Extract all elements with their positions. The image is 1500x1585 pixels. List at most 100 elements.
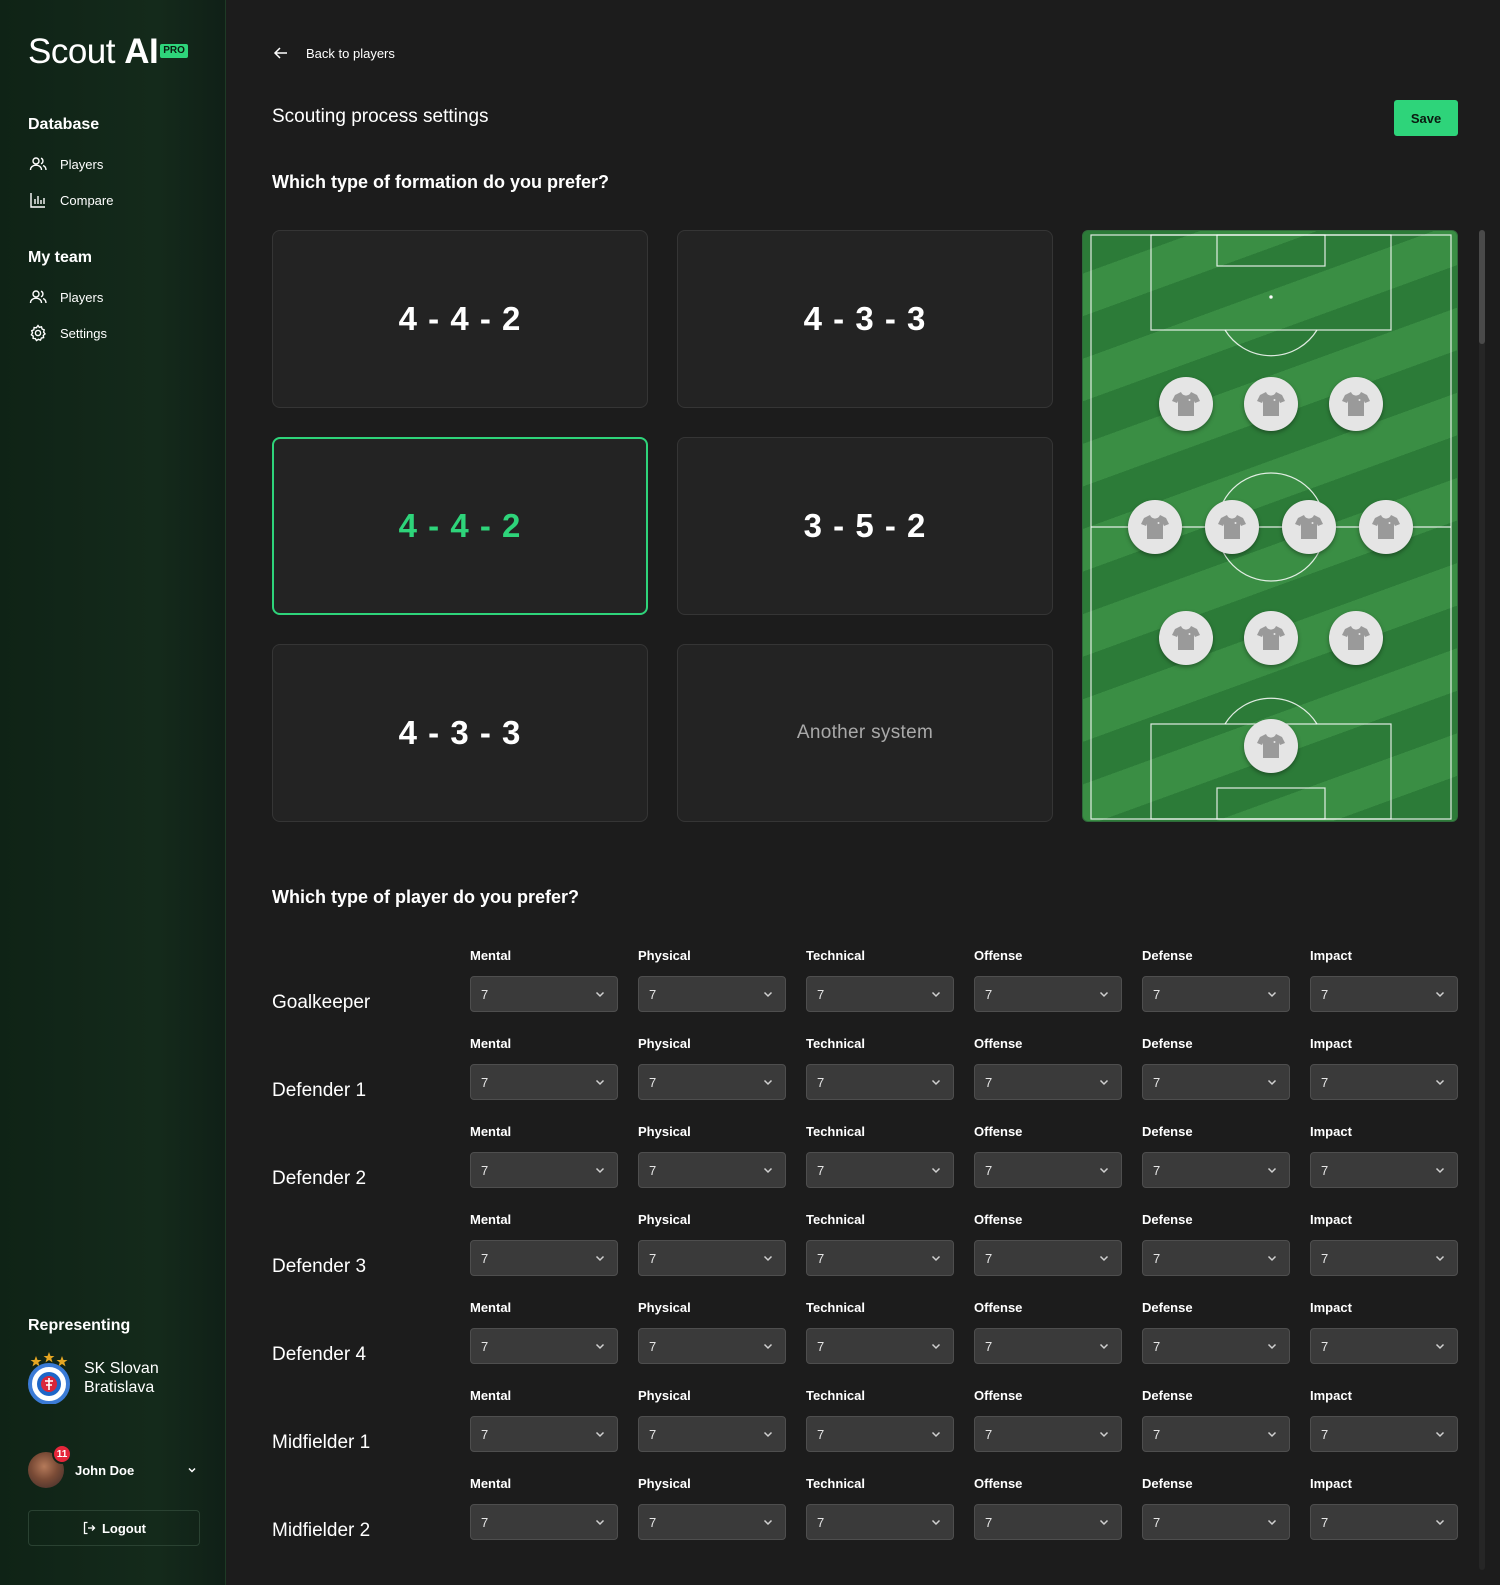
user-menu[interactable]: 11 John Doe <box>28 1444 198 1490</box>
chevron-down-icon <box>931 991 941 998</box>
sidebar-item-label: Compare <box>60 192 114 208</box>
attribute-select-offense[interactable]: 7 <box>974 1240 1122 1276</box>
attribute-select-defense[interactable]: 7 <box>1142 1328 1290 1364</box>
attribute-select-mental[interactable]: 7 <box>470 1328 618 1364</box>
attribute-select-defense[interactable]: 7 <box>1142 1064 1290 1100</box>
attribute-select-mental[interactable]: 7 <box>470 1504 618 1540</box>
attribute-select-physical[interactable]: 7 <box>638 976 786 1012</box>
formation-option[interactable]: 4 - 3 - 3 <box>272 644 648 822</box>
back-to-players-link[interactable]: Back to players <box>272 44 395 62</box>
attribute-label: Physical <box>638 948 691 963</box>
logout-button[interactable]: Logout <box>28 1510 200 1546</box>
player-marker[interactable] <box>1359 500 1413 554</box>
select-value: 7 <box>985 986 993 1002</box>
attribute-select-impact[interactable]: 7 <box>1310 1416 1458 1452</box>
nav-heading-database: Database <box>28 116 100 133</box>
chevron-down-icon <box>931 1343 941 1350</box>
attribute-label: Mental <box>470 948 512 963</box>
attribute-field: Physical 7 <box>638 1388 786 1452</box>
chevron-down-icon <box>595 1255 605 1262</box>
formation-option[interactable]: 4 - 3 - 3 <box>677 230 1053 408</box>
attribute-select-mental[interactable]: 7 <box>470 1240 618 1276</box>
scrollbar-thumb[interactable] <box>1479 230 1485 344</box>
formation-option[interactable]: 4 - 4 - 2 <box>272 437 648 615</box>
sidebar-item-settings[interactable]: Settings <box>28 315 107 351</box>
shirt-icon <box>1172 392 1200 416</box>
attribute-select-offense[interactable]: 7 <box>974 1064 1122 1100</box>
player-position-label: Midfielder 1 <box>272 1432 371 1453</box>
attribute-select-offense[interactable]: 7 <box>974 1416 1122 1452</box>
attribute-select-mental[interactable]: 7 <box>470 1064 618 1100</box>
sidebar-item-database-players[interactable]: Players <box>28 146 113 182</box>
attribute-field: Defense 7 <box>1142 1300 1290 1364</box>
attribute-select-impact[interactable]: 7 <box>1310 976 1458 1012</box>
attribute-select-technical[interactable]: 7 <box>806 1328 954 1364</box>
attribute-field: Technical 7 <box>806 1124 954 1188</box>
player-marker[interactable] <box>1329 611 1383 665</box>
shirt-icon <box>1342 626 1370 650</box>
attribute-select-impact[interactable]: 7 <box>1310 1240 1458 1276</box>
scrollbar[interactable] <box>1479 230 1485 1570</box>
attribute-select-offense[interactable]: 7 <box>974 1504 1122 1540</box>
formation-option-another-system[interactable]: Another system <box>677 644 1053 822</box>
attribute-select-mental[interactable]: 7 <box>470 1152 618 1188</box>
chevron-down-icon <box>1267 1255 1277 1262</box>
attribute-select-technical[interactable]: 7 <box>806 1240 954 1276</box>
attribute-select-technical[interactable]: 7 <box>806 976 954 1012</box>
attribute-select-offense[interactable]: 7 <box>974 1328 1122 1364</box>
attribute-select-impact[interactable]: 7 <box>1310 1152 1458 1188</box>
player-marker[interactable] <box>1205 500 1259 554</box>
attribute-select-technical[interactable]: 7 <box>806 1064 954 1100</box>
attribute-select-defense[interactable]: 7 <box>1142 1416 1290 1452</box>
sidebar-item-compare[interactable]: Compare <box>28 182 113 218</box>
attribute-select-defense[interactable]: 7 <box>1142 1504 1290 1540</box>
attribute-select-offense[interactable]: 7 <box>974 1152 1122 1188</box>
attribute-select-physical[interactable]: 7 <box>638 1504 786 1540</box>
representing-heading: Representing <box>28 1317 131 1334</box>
attribute-select-defense[interactable]: 7 <box>1142 976 1290 1012</box>
chevron-down-icon <box>1099 1079 1109 1086</box>
player-marker[interactable] <box>1159 377 1213 431</box>
attribute-select-impact[interactable]: 7 <box>1310 1504 1458 1540</box>
attribute-select-physical[interactable]: 7 <box>638 1064 786 1100</box>
attribute-select-mental[interactable]: 7 <box>470 976 618 1012</box>
player-marker[interactable] <box>1128 500 1182 554</box>
chevron-down-icon <box>1099 1167 1109 1174</box>
player-marker[interactable] <box>1244 719 1298 773</box>
attribute-select-technical[interactable]: 7 <box>806 1416 954 1452</box>
attribute-select-impact[interactable]: 7 <box>1310 1328 1458 1364</box>
attribute-select-physical[interactable]: 7 <box>638 1152 786 1188</box>
sidebar-item-team-players[interactable]: Players <box>28 279 107 315</box>
formation-option[interactable]: 3 - 5 - 2 <box>677 437 1053 615</box>
formation-option[interactable]: 4 - 4 - 2 <box>272 230 648 408</box>
attribute-select-defense[interactable]: 7 <box>1142 1240 1290 1276</box>
attribute-select-impact[interactable]: 7 <box>1310 1064 1458 1100</box>
player-marker[interactable] <box>1159 611 1213 665</box>
attribute-select-defense[interactable]: 7 <box>1142 1152 1290 1188</box>
attribute-select-physical[interactable]: 7 <box>638 1328 786 1364</box>
attribute-select-technical[interactable]: 7 <box>806 1152 954 1188</box>
chevron-down-icon <box>1435 1079 1445 1086</box>
select-value: 7 <box>481 1074 489 1090</box>
select-value: 7 <box>1321 1514 1329 1530</box>
player-preference-row: Midfielder 2 Mental 7 Physical 7 Technical 7 Of… <box>272 1476 1462 1556</box>
player-marker[interactable] <box>1244 611 1298 665</box>
app-logo[interactable]: Scout AI PRO <box>28 32 188 72</box>
player-marker[interactable] <box>1329 377 1383 431</box>
select-value: 7 <box>817 1074 825 1090</box>
attribute-select-physical[interactable]: 7 <box>638 1240 786 1276</box>
attribute-label: Physical <box>638 1124 691 1139</box>
player-marker[interactable] <box>1282 500 1336 554</box>
attribute-label: Defense <box>1142 948 1193 963</box>
attribute-field: Offense 7 <box>974 1388 1122 1452</box>
attribute-label: Offense <box>974 1388 1023 1403</box>
attribute-select-mental[interactable]: 7 <box>470 1416 618 1452</box>
attribute-select-offense[interactable]: 7 <box>974 976 1122 1012</box>
player-marker[interactable] <box>1244 377 1298 431</box>
select-value: 7 <box>1153 1426 1161 1442</box>
chevron-down-icon <box>1267 1079 1277 1086</box>
attribute-select-physical[interactable]: 7 <box>638 1416 786 1452</box>
save-button[interactable]: Save <box>1394 100 1458 136</box>
select-value: 7 <box>649 1426 657 1442</box>
attribute-select-technical[interactable]: 7 <box>806 1504 954 1540</box>
